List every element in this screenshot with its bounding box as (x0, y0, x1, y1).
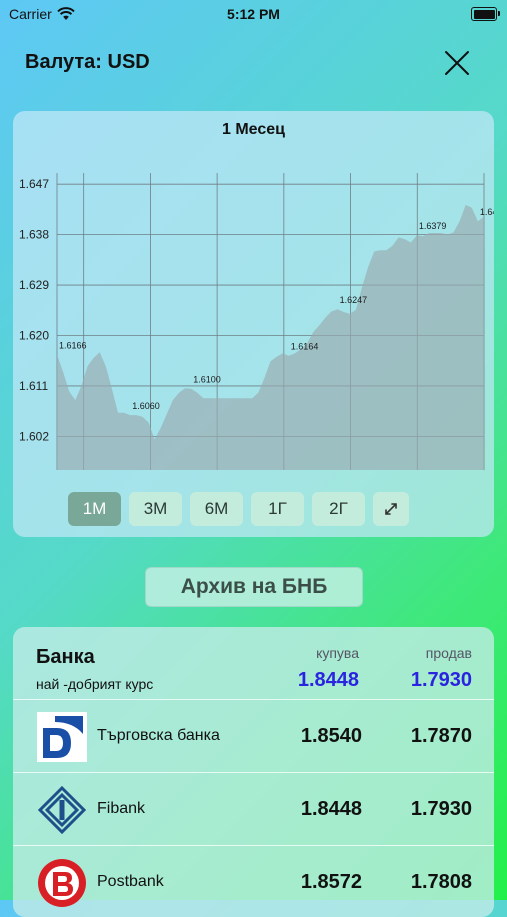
range-label: 2Г (329, 499, 348, 518)
range-label: 1Г (268, 499, 287, 518)
fibank-logo (37, 785, 87, 835)
bank-row-postbank[interactable]: Postbank 1.8572 1.7808 (13, 845, 494, 917)
bank-name: Postbank (97, 873, 164, 890)
data-point-label: 1.6379 (419, 221, 447, 231)
buy-rate: 1.8540 (300, 725, 362, 747)
expand-button[interactable] (373, 492, 409, 526)
range-selector: 1M 3M 6M 1Г 2Г (68, 492, 409, 526)
sell-rate: 1.7808 (410, 871, 472, 893)
price-chart: 1.647 1.638 1.629 1.620 1.611 1.602 1.6166 1.60… (19, 173, 494, 470)
best-rate-label: най -добрият курс (36, 676, 154, 692)
archive-button-label: Архив на БНБ (180, 575, 328, 598)
expand-arrows-icon (385, 503, 397, 515)
y-tick-label: 1.602 (19, 429, 49, 443)
y-tick-label: 1.611 (19, 379, 48, 393)
best-buy-rate: 1.8448 (297, 669, 359, 691)
y-tick-label: 1.629 (19, 278, 49, 292)
range-label: 1M (82, 499, 107, 518)
postbank-logo (38, 859, 86, 907)
data-point-label: 1.6247 (340, 295, 368, 305)
data-point-label: 1.6166 (59, 341, 87, 351)
y-tick-label: 1.647 (19, 177, 49, 191)
range-button-2y[interactable]: 2Г (312, 492, 365, 526)
data-point-label: 1.6060 (132, 401, 160, 411)
battery-icon (471, 7, 500, 21)
status-time: 5:12 PM (227, 6, 280, 22)
bank-name: Търговска банка (97, 727, 220, 744)
bank-row-targovska[interactable]: Търговска банка 1.8540 1.7870 (13, 699, 494, 773)
d-commerce-bank-logo (37, 712, 87, 762)
sell-rate: 1.7870 (410, 725, 472, 747)
range-button-1y[interactable]: 1Г (251, 492, 304, 526)
data-point-label: 1.6404 (480, 207, 494, 217)
range-button-3m[interactable]: 3M (129, 492, 182, 526)
best-sell-rate: 1.7930 (410, 669, 472, 691)
bank-row-fibank[interactable]: Fibank 1.8448 1.7930 (13, 772, 494, 846)
area-series (57, 204, 484, 470)
sell-rate: 1.7930 (410, 798, 472, 820)
range-button-6m[interactable]: 6M (190, 492, 243, 526)
buy-rate: 1.8448 (300, 798, 362, 820)
buy-column-header: купува (316, 645, 359, 661)
data-point-label: 1.6164 (291, 342, 319, 352)
close-icon[interactable] (441, 47, 473, 79)
range-label: 3M (143, 499, 168, 518)
y-tick-label: 1.638 (19, 228, 49, 242)
rates-table: Банка най -добрият курс купува продав 1.… (13, 627, 494, 917)
y-tick-label: 1.620 (19, 329, 49, 343)
range-label: 6M (204, 499, 229, 518)
data-point-label: 1.6100 (193, 375, 221, 385)
buy-rate: 1.8572 (300, 871, 362, 893)
page-title: Валута: USD (25, 51, 150, 73)
status-bar: Carrier 5:12 PM (0, 0, 507, 28)
bnb-archive-button[interactable]: Архив на БНБ (145, 567, 363, 607)
sell-column-header: продав (425, 645, 472, 661)
range-button-1m[interactable]: 1M (68, 492, 121, 526)
bank-name: Fibank (97, 800, 146, 817)
chart-card: 1 Месец 1.647 1.638 1.629 1.620 1.611 1.602 1.… (13, 111, 494, 537)
bank-column-header: Банка (36, 646, 95, 668)
